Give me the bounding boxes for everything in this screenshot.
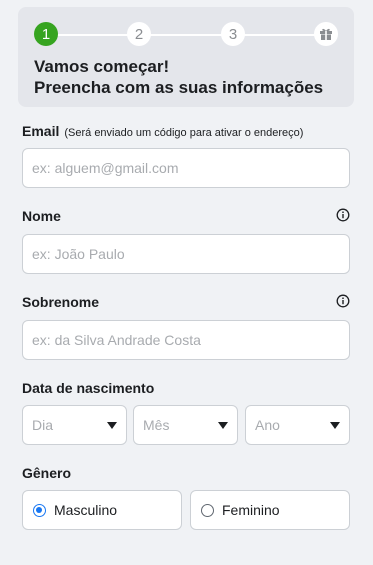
step-3: 3 [221, 22, 245, 46]
progress-stepper: 1 2 3 [34, 22, 338, 48]
step-2: 2 [127, 22, 151, 46]
year-select-value: Ano [255, 417, 280, 433]
nome-label: Nome [22, 208, 61, 224]
info-icon[interactable] [336, 294, 350, 308]
gender-label: Gênero [22, 465, 72, 481]
email-label-row: Email (Será enviado um código para ativa… [22, 123, 350, 139]
header-title: Vamos começar! Preencha com as suas info… [34, 56, 323, 98]
month-select-value: Mês [143, 417, 170, 433]
signup-header: 1 2 3 Vamos começar! Preencha com as sua… [18, 7, 354, 107]
caret-down-icon [107, 421, 117, 429]
stepper-line [46, 34, 326, 36]
gender-option-feminino[interactable]: Feminino [190, 490, 350, 530]
gender-option-label: Masculino [54, 502, 118, 518]
header-title-line1: Vamos começar! [34, 57, 170, 76]
year-select[interactable]: Ano [245, 405, 350, 445]
sobrenome-label: Sobrenome [22, 294, 100, 310]
radio-feminino[interactable] [201, 503, 214, 517]
radio-masculino[interactable] [33, 503, 46, 517]
sobrenome-label-row: Sobrenome [22, 294, 350, 310]
info-icon[interactable] [336, 208, 350, 222]
gift-icon [320, 28, 332, 40]
day-select[interactable]: Dia [22, 405, 127, 445]
step-1: 1 [34, 22, 58, 46]
day-select-value: Dia [32, 417, 54, 433]
gender-option-label: Feminino [222, 502, 280, 518]
birthdate-label-row: Data de nascimento [22, 380, 350, 396]
sobrenome-field[interactable] [22, 320, 350, 360]
email-label: Email [22, 123, 60, 139]
caret-down-icon [218, 421, 228, 429]
caret-down-icon [330, 421, 340, 429]
header-title-line2: Preencha com as suas informações [34, 78, 324, 97]
month-select[interactable]: Mês [133, 405, 238, 445]
gender-label-row: Gênero [22, 465, 350, 481]
nome-field[interactable] [22, 234, 350, 274]
gift-step [314, 22, 338, 46]
email-hint: (Será enviado um código para ativar o en… [64, 127, 304, 139]
birthdate-label: Data de nascimento [22, 380, 155, 396]
nome-label-row: Nome [22, 208, 350, 224]
gender-option-masculino[interactable]: Masculino [22, 490, 182, 530]
email-field[interactable] [22, 148, 350, 188]
